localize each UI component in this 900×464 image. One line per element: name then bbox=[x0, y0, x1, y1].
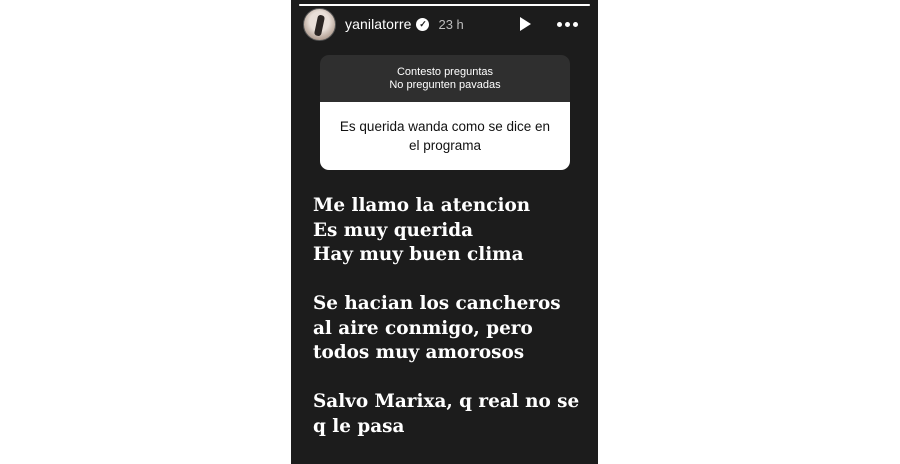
answer-text: Me llamo la atencion Es muy querida Hay … bbox=[313, 194, 595, 439]
story-progress-fill bbox=[299, 4, 590, 6]
question-sticker: Contesto preguntas No pregunten pavadas … bbox=[320, 55, 570, 170]
answer-paragraph-3: Salvo Marixa, q real no se q le pasa bbox=[313, 391, 580, 437]
story-progress-bar bbox=[299, 4, 590, 6]
post-time: 23 h bbox=[438, 16, 464, 32]
question-sticker-subtitle: No pregunten pavadas bbox=[389, 78, 501, 91]
username[interactable]: yanilatorre bbox=[345, 16, 411, 32]
verified-badge-icon: ✓ bbox=[416, 17, 430, 31]
answer-paragraph-1: Me llamo la atencion Es muy querida Hay … bbox=[313, 195, 531, 265]
play-icon[interactable] bbox=[520, 17, 531, 31]
more-options-icon[interactable] bbox=[557, 21, 578, 27]
avatar[interactable] bbox=[303, 7, 336, 41]
question-sticker-header: Contesto preguntas No pregunten pavadas bbox=[320, 55, 570, 102]
question-text: Es querida wanda como se dice en el prog… bbox=[320, 102, 570, 170]
question-sticker-title: Contesto preguntas bbox=[396, 65, 493, 78]
story-header: yanilatorre ✓ 23 h bbox=[303, 7, 588, 41]
answer-paragraph-2: Se hacian los cancheros al aire conmigo,… bbox=[313, 293, 561, 363]
story-viewer[interactable]: yanilatorre ✓ 23 h Contesto preguntas No… bbox=[291, 0, 598, 464]
